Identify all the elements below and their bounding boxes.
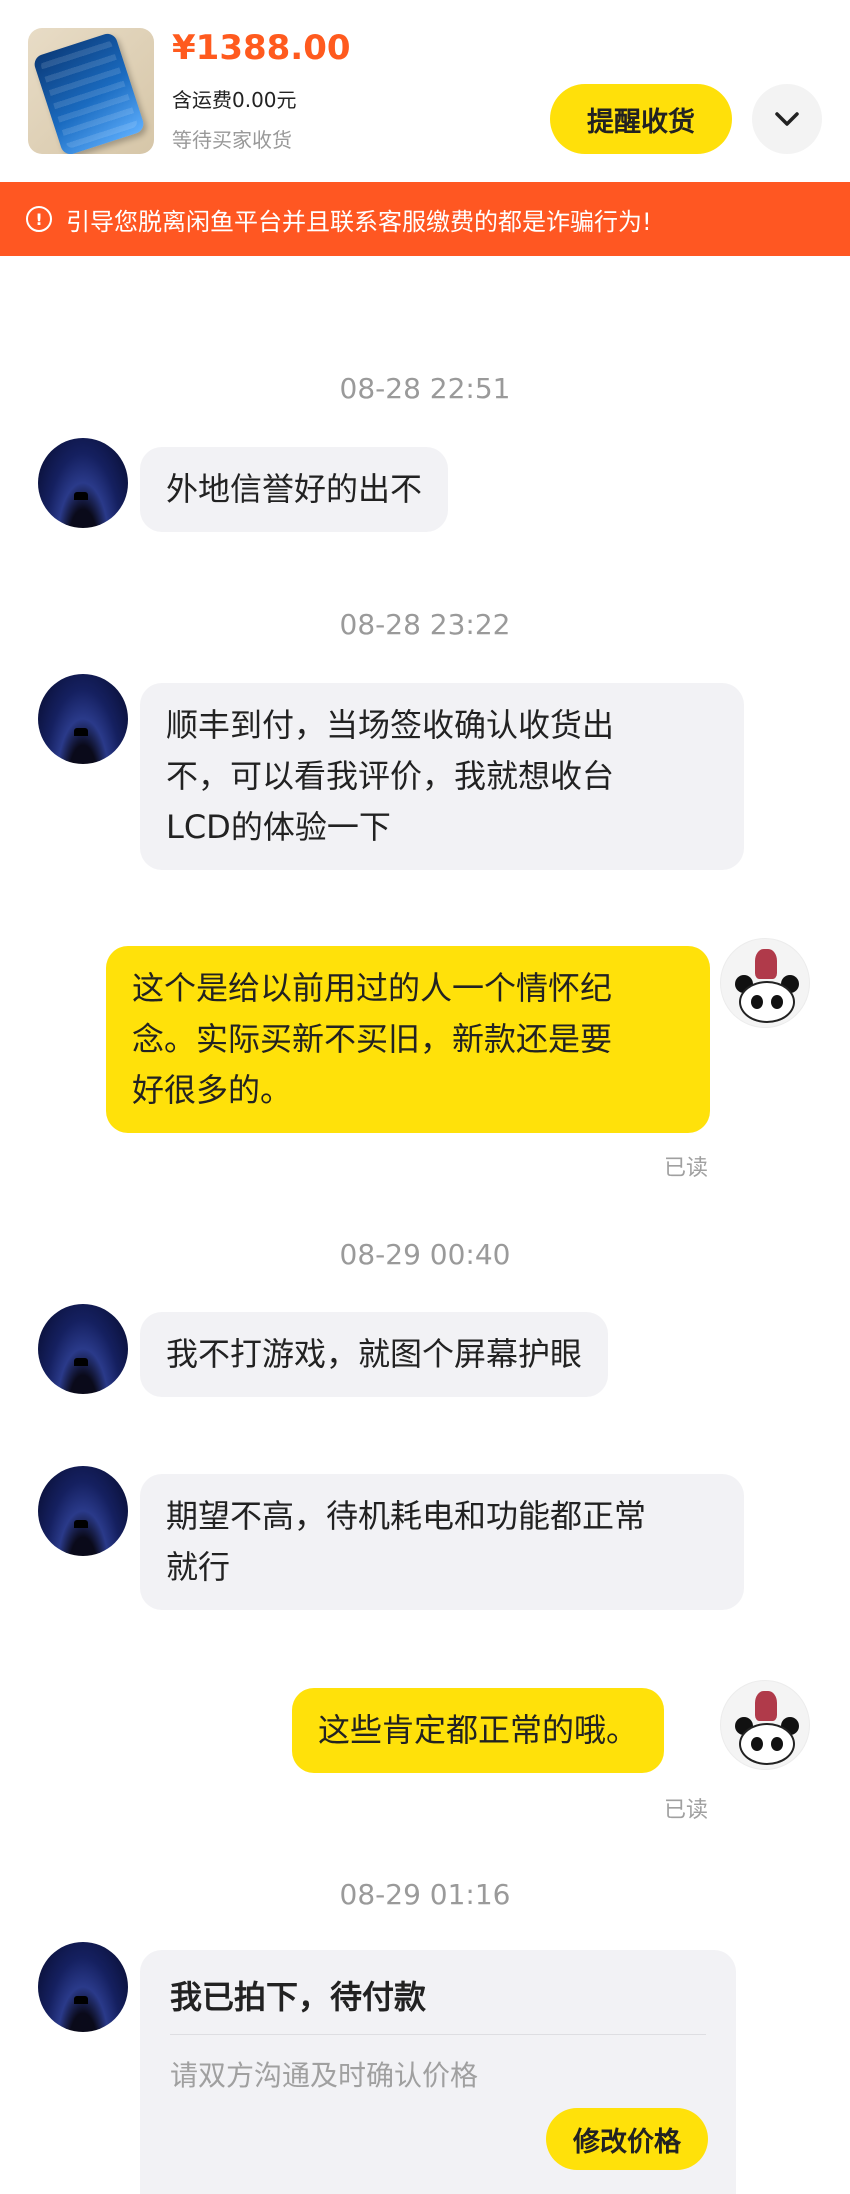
avatar-eye [751,1737,763,1751]
card-title: 我已拍下，待付款 [170,1978,427,2016]
order-header: ¥1388.00 含运费0.00元 等待买家收货 提醒收货 [0,0,850,182]
avatar-hat [755,949,777,979]
price-label: ¥1388.00 [172,28,351,68]
message-line: 这个是给以前用过的人一个情怀纪 [132,969,613,1007]
read-receipt: 已读 [664,1156,709,1181]
avatar-hat [755,1691,777,1721]
buyer-avatar[interactable] [38,1304,128,1394]
expand-button[interactable] [752,84,822,154]
message-text: 我不打游戏，就图个屏幕护眼 [166,1335,583,1373]
message-line: 顺丰到付，当场签收确认收货出 [166,706,615,744]
buyer-avatar[interactable] [38,674,128,764]
shipping-label: 含运费0.00元 [172,88,297,112]
avatar-face [739,981,795,1023]
seller-avatar[interactable] [720,938,810,1028]
message-line: 好很多的。 [132,1071,293,1109]
remind-receipt-button[interactable]: 提醒收货 [550,84,732,154]
avatar-eye [771,995,783,1009]
message-text: 外地信誉好的出不 [166,470,423,508]
fraud-warning-bar: ! 引导您脱离闲鱼平台并且联系客服缴费的都是诈骗行为! [0,182,850,256]
buyer-avatar[interactable] [38,438,128,528]
message-bubble[interactable]: 期望不高，待机耗电和功能都正常 就行 [140,1474,744,1610]
timestamp: 08-29 01:16 [339,1878,511,1911]
avatar-face [739,1723,795,1765]
buyer-avatar[interactable] [38,1466,128,1556]
card-subtitle: 请双方沟通及时确认价格 [170,2059,479,2092]
order-status: 等待买家收货 [172,128,292,152]
phone-image [32,31,146,154]
avatar-eye [771,1737,783,1751]
product-thumbnail[interactable] [28,28,154,154]
message-bubble[interactable]: 外地信誉好的出不 [140,447,449,532]
seller-avatar[interactable] [720,1680,810,1770]
message-line: 不，可以看我评价，我就想收台 [166,757,615,795]
buyer-avatar[interactable] [38,1942,128,2032]
alert-circle-icon: ! [26,206,52,232]
message-text: 这些肯定都正常的哦。 [318,1711,639,1749]
message-bubble[interactable]: 我不打游戏，就图个屏幕护眼 [140,1312,609,1397]
message-bubble[interactable]: 顺丰到付，当场签收确认收货出 不，可以看我评价，我就想收台 LCD的体验一下 [140,683,744,870]
timestamp: 08-28 23:22 [339,608,511,641]
timestamp: 08-29 00:40 [339,1238,511,1271]
message-line: LCD的体验一下 [166,808,391,846]
card-divider [170,2034,706,2035]
message-line: 念。实际买新不买旧，新款还是要 [132,1020,613,1058]
timestamp: 08-28 22:51 [339,372,511,405]
my-message-bubble[interactable]: 这个是给以前用过的人一个情怀纪 念。实际买新不买旧，新款还是要 好很多的。 [106,946,710,1133]
message-line: 期望不高，待机耗电和功能都正常 [166,1497,647,1535]
order-status-card: 我已拍下，待付款 请双方沟通及时确认价格 修改价格 [140,1950,736,2194]
message-line: 就行 [166,1548,231,1586]
read-receipt: 已读 [664,1798,709,1823]
my-message-bubble[interactable]: 这些肯定都正常的哦。 [292,1688,665,1773]
modify-price-button[interactable]: 修改价格 [546,2108,708,2170]
warning-text: 引导您脱离闲鱼平台并且联系客服缴费的都是诈骗行为! [66,207,652,236]
avatar-eye [751,995,763,1009]
chevron-down-icon [775,112,799,126]
